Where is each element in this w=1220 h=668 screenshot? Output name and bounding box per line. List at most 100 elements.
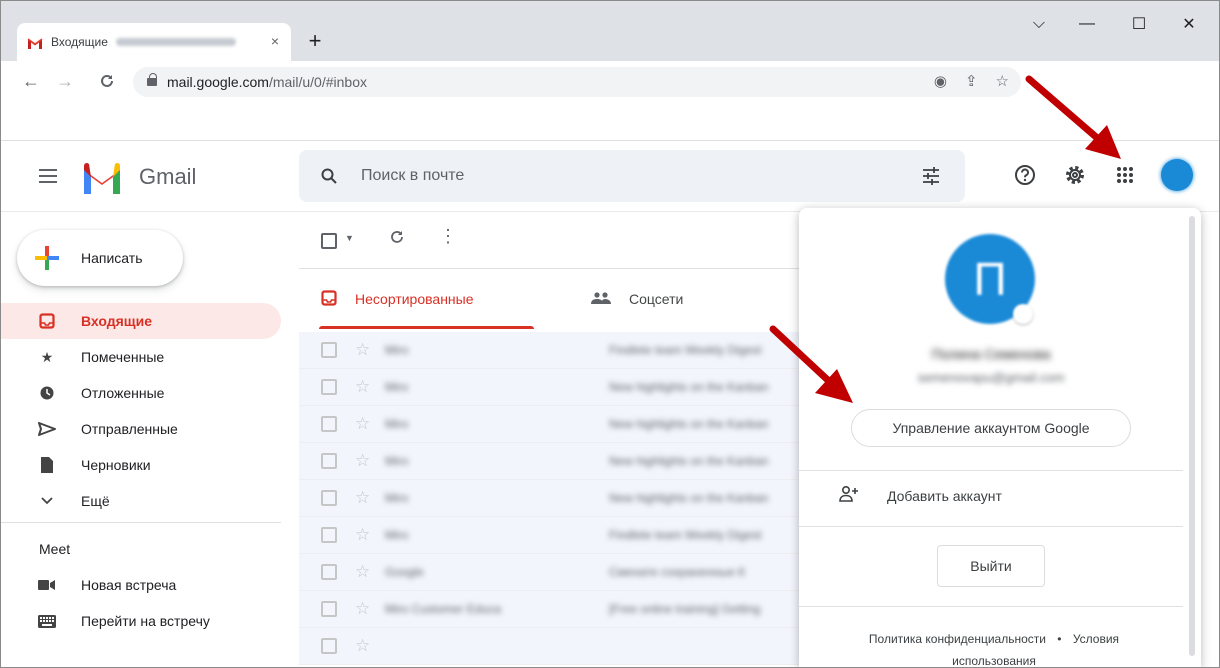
star-icon[interactable]: ☆ — [355, 525, 370, 545]
row-checkbox[interactable] — [321, 342, 337, 358]
select-dropdown-icon[interactable]: ▼ — [345, 233, 354, 243]
sidebar-item-join-meeting[interactable]: Перейти на встречу — [1, 603, 281, 639]
tab-social[interactable]: Соцсети — [591, 269, 683, 329]
star-icon[interactable]: ☆ — [355, 599, 370, 619]
list-toolbar: ▼ ⋮ — [299, 213, 799, 269]
tab-primary[interactable]: Несортированные — [309, 269, 533, 329]
email-sender: Miro Customer Educa — [385, 602, 502, 616]
back-arrow-icon[interactable]: ← — [19, 69, 43, 93]
email-subject: Findlete team Weekly Digest — [609, 528, 762, 542]
sidebar-item-label: Входящие — [81, 313, 152, 329]
table-row[interactable]: ☆ Miro New highlights on the Kanban — [299, 406, 799, 443]
account-name: Полина Семенова — [931, 346, 1051, 362]
compose-label: Написать — [81, 250, 143, 266]
table-row[interactable]: ☆ Miro New highlights on the Kanban — [299, 480, 799, 517]
add-account-button[interactable]: Добавить аккаунт — [839, 485, 1002, 505]
gear-icon[interactable] — [1061, 161, 1089, 189]
row-checkbox[interactable] — [321, 527, 337, 543]
eye-icon[interactable]: ◉ — [934, 72, 947, 90]
address-bar[interactable]: mail.google.com/mail/u/0/#inbox ◉ ⇪ ☆ — [133, 67, 1021, 97]
table-row[interactable]: ☆ Google Сменате сохраненные К — [299, 554, 799, 591]
sidebar-item-more[interactable]: Ещё — [1, 483, 281, 519]
sidebar-item-label: Черновики — [81, 457, 151, 473]
star-icon[interactable]: ☆ — [355, 636, 370, 656]
close-window-button[interactable]: ✕ — [1169, 9, 1209, 39]
email-sender: Miro — [385, 454, 409, 468]
star-icon[interactable]: ☆ — [355, 451, 370, 471]
row-checkbox[interactable] — [321, 601, 337, 617]
compose-button[interactable]: Написать — [17, 230, 183, 286]
lock-icon — [147, 73, 157, 86]
bookmarks-bar — [1, 101, 1219, 141]
browser-tab[interactable]: Входящие × — [17, 23, 291, 61]
email-sender: Miro — [385, 380, 409, 394]
row-checkbox[interactable] — [321, 490, 337, 506]
main-menu-icon[interactable] — [39, 169, 57, 183]
camera-icon[interactable] — [1013, 304, 1033, 324]
sidebar-item-label: Перейти на встречу — [81, 613, 210, 629]
star-icon[interactable]: ☆ — [355, 488, 370, 508]
keyboard-icon — [37, 611, 57, 631]
email-sender: Miro — [385, 343, 409, 357]
select-all-checkbox[interactable] — [321, 233, 337, 249]
sidebar-item-starred[interactable]: ★ Помеченные — [1, 339, 281, 375]
star-icon[interactable]: ☆ — [355, 562, 370, 582]
tab-search-chevron-icon[interactable]: ⌵ — [1019, 9, 1059, 39]
table-row[interactable]: ☆ Miro Customer Educa [Free online train… — [299, 591, 799, 628]
row-checkbox[interactable] — [321, 564, 337, 580]
inbox-icon — [37, 311, 57, 331]
table-row[interactable]: ☆ Miro Findlete team Weekly Digest — [299, 332, 799, 369]
table-row[interactable]: ☆ Miro New highlights on the Kanban — [299, 443, 799, 480]
sidebar-item-new-meeting[interactable]: Новая встреча — [1, 567, 281, 603]
tab-title-blurred — [115, 38, 236, 46]
sidebar-item-sent[interactable]: Отправленные — [1, 411, 281, 447]
manage-account-button[interactable]: Управление аккаунтом Google — [851, 409, 1131, 447]
sidebar-item-label: Отправленные — [81, 421, 178, 437]
star-icon[interactable]: ☆ — [355, 377, 370, 397]
popup-divider — [799, 606, 1183, 607]
tab-close-icon[interactable]: × — [271, 33, 279, 49]
maximize-button[interactable]: ☐ — [1119, 9, 1159, 39]
sidebar-item-drafts[interactable]: Черновики — [1, 447, 281, 483]
share-icon[interactable]: ⇪ — [965, 72, 978, 90]
help-icon[interactable] — [1011, 161, 1039, 189]
bookmark-star-icon[interactable]: ☆ — [996, 72, 1009, 90]
row-checkbox[interactable] — [321, 379, 337, 395]
tab-primary-label: Несортированные — [355, 291, 474, 307]
gmail-logo-text: Gmail — [139, 164, 197, 189]
table-row[interactable]: ☆ — [299, 628, 799, 665]
row-checkbox[interactable] — [321, 638, 337, 654]
meet-section-title: Meet — [39, 541, 71, 557]
person-add-icon — [839, 485, 859, 505]
row-checkbox[interactable] — [321, 453, 337, 469]
row-checkbox[interactable] — [321, 416, 337, 432]
more-vert-icon[interactable]: ⋮ — [439, 227, 457, 245]
email-subject: New highlights on the Kanban — [609, 454, 769, 468]
popup-scrollbar[interactable] — [1189, 216, 1195, 656]
star-icon[interactable]: ☆ — [355, 414, 370, 434]
forward-arrow-icon[interactable]: → — [53, 69, 77, 93]
search-bar[interactable]: Поиск в почте — [299, 150, 965, 202]
star-icon[interactable]: ☆ — [355, 340, 370, 360]
apps-grid-icon[interactable] — [1111, 161, 1139, 189]
account-avatar[interactable] — [1161, 159, 1193, 191]
sidebar-item-label: Отложенные — [81, 385, 165, 401]
screenshot-frame: Входящие × + ⌵ — ☐ ✕ ← → mail.google.com… — [0, 0, 1220, 668]
search-options-icon[interactable] — [921, 166, 941, 186]
logout-button[interactable]: Выйти — [937, 545, 1045, 587]
privacy-link[interactable]: Политика конфиденциальности — [869, 632, 1046, 646]
table-row[interactable]: ☆ Miro New highlights on the Kanban — [299, 369, 799, 406]
gmail-logo-icon[interactable] — [81, 162, 123, 194]
search-icon[interactable] — [321, 168, 337, 184]
search-input[interactable]: Поиск в почте — [361, 167, 464, 185]
browser-tabstrip: Входящие × + ⌵ — ☐ ✕ — [1, 1, 1219, 61]
url-text: mail.google.com/mail/u/0/#inbox — [167, 74, 367, 90]
reload-icon[interactable] — [95, 69, 119, 93]
sidebar-item-label: Помеченные — [81, 349, 165, 365]
table-row[interactable]: ☆ Miro Findlete team Weekly Digest — [299, 517, 799, 554]
refresh-icon[interactable] — [389, 229, 405, 250]
minimize-button[interactable]: — — [1067, 9, 1107, 39]
sidebar-item-snoozed[interactable]: Отложенные — [1, 375, 281, 411]
sidebar-item-inbox[interactable]: Входящие — [1, 303, 281, 339]
new-tab-button[interactable]: + — [301, 27, 329, 55]
